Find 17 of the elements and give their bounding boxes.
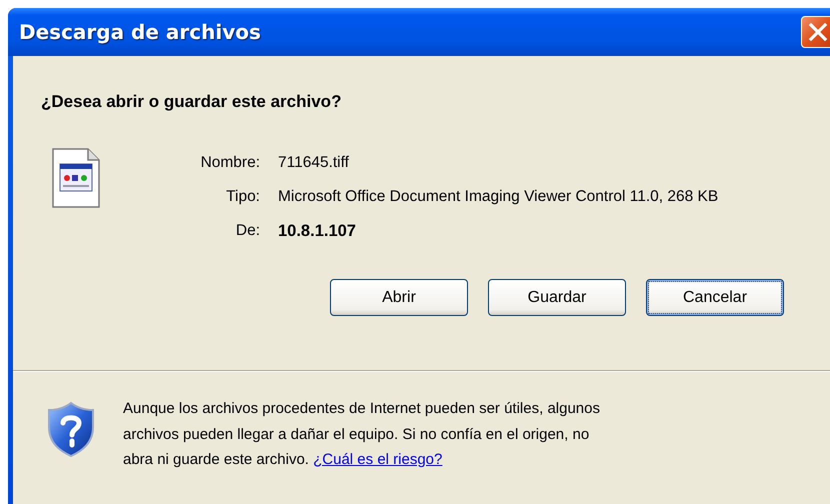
field-label: Nombre: [200,154,260,172]
warning-text: Aunque los archivos procedentes de Internet pueden ser útiles, algunos archivos pueden llegar a dañar el equipo. Si no confía en el origen, no abra ni guarde este archivo. ¿Cuál es el riesgo? [123,399,601,470]
dialog-button[interactable]: Guardar [488,279,626,316]
risk-link[interactable]: ¿Cuál es el riesgo? [313,451,442,468]
field-value: 711645.tiff [278,154,350,172]
field-value: Microsoft Office Document Imaging Viewer Control 11.0, 268 KB [278,188,718,206]
dialog-button[interactable]: Cancelar [646,279,784,316]
field-label: Tipo: [225,188,260,206]
close-icon [807,21,829,43]
dialog-button[interactable]: Abrir [330,279,468,316]
window-title: Descarga de archivos [19,20,261,44]
file-icon [52,148,100,208]
close-button[interactable] [801,16,830,48]
shield-question-icon [46,401,96,457]
field-label: De: [234,222,260,241]
field-value: 10.8.1.107 [278,222,357,241]
dialog-question: ¿Desea abrir o guardar este archivo? [41,92,342,112]
